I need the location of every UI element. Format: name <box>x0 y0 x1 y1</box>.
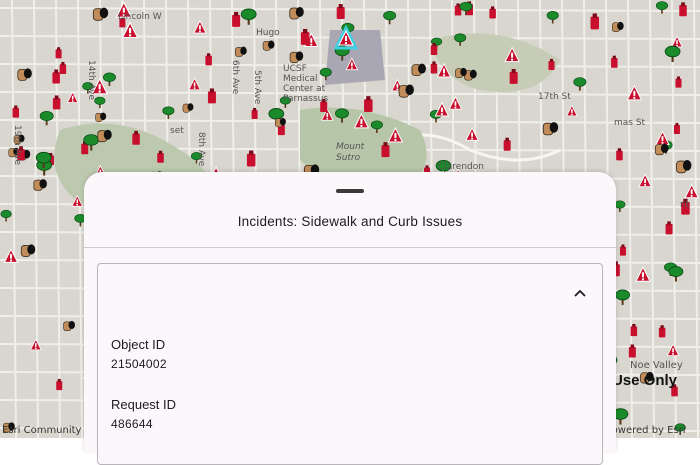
cone-marker[interactable] <box>246 150 256 167</box>
pipe-marker[interactable] <box>411 63 427 77</box>
cone-marker[interactable] <box>679 2 687 17</box>
tree-marker[interactable] <box>668 266 684 282</box>
tree-marker[interactable] <box>162 106 175 119</box>
map-label-5th-ave: 5th Ave <box>252 70 262 105</box>
map-label-ucsf: UCSF Medical Center at Parnassus <box>283 64 329 104</box>
cone-marker[interactable] <box>430 61 438 74</box>
pipe-marker[interactable] <box>398 83 415 98</box>
tree-marker[interactable] <box>614 200 626 213</box>
tree-marker[interactable] <box>0 209 12 222</box>
pipe-marker[interactable] <box>92 7 109 21</box>
map-label-mount: Mount <box>336 142 365 152</box>
sheet-title: Incidents: Sidewalk and Curb Issues <box>237 214 463 229</box>
request-id-value: 486644 <box>111 417 153 431</box>
object-id-value: 21504002 <box>111 357 167 371</box>
cone-marker[interactable] <box>675 76 682 88</box>
warning-marker[interactable] <box>434 102 449 117</box>
warning-marker[interactable] <box>448 96 463 110</box>
pipe-marker[interactable] <box>611 21 625 33</box>
warning-marker[interactable] <box>635 266 651 282</box>
cone-marker[interactable] <box>489 6 496 19</box>
map-label-mas-st: mas St <box>614 118 646 128</box>
pipe-marker[interactable] <box>289 6 305 20</box>
cone-marker[interactable] <box>56 378 63 391</box>
pipe-marker[interactable] <box>182 102 194 113</box>
cone-marker[interactable] <box>665 221 673 235</box>
warning-marker[interactable] <box>3 248 19 263</box>
street <box>693 0 699 438</box>
drag-handle[interactable] <box>336 189 364 193</box>
tree-marker[interactable] <box>546 11 559 24</box>
tree-marker[interactable] <box>94 96 106 109</box>
map-label-set: set <box>170 126 184 136</box>
map-overlay-text: Use Only <box>612 372 678 389</box>
cone-marker[interactable] <box>300 28 310 45</box>
map-label-clarendon: Clarendon <box>438 162 484 172</box>
pipe-marker[interactable] <box>33 178 48 191</box>
warning-marker[interactable] <box>638 173 652 188</box>
map-label-8th-ave: 8th Ave <box>196 132 206 167</box>
pipe-marker[interactable] <box>234 46 248 57</box>
warning-marker[interactable] <box>67 91 79 103</box>
divider <box>84 247 616 248</box>
warning-marker[interactable] <box>655 131 670 146</box>
pipe-marker[interactable] <box>542 121 559 136</box>
pipe-marker[interactable] <box>17 67 33 81</box>
pipe-marker[interactable] <box>676 159 692 174</box>
tree-marker[interactable] <box>102 72 116 86</box>
pipe-marker[interactable] <box>20 243 36 257</box>
cone-marker[interactable] <box>232 11 241 27</box>
map-label-lincoln: Lincoln W <box>118 12 162 22</box>
attributes-card[interactable]: Object ID 21504002 Request ID 486644 <box>97 263 603 465</box>
warning-marker[interactable] <box>566 105 578 117</box>
pipe-marker[interactable] <box>63 320 76 332</box>
warning-marker[interactable] <box>188 77 201 91</box>
map-label-sutro: Sutro <box>336 153 361 163</box>
object-id-label: Object ID <box>111 337 166 352</box>
tree-marker[interactable] <box>39 110 54 126</box>
map-label-hugo: Hugo <box>256 28 280 38</box>
cone-marker[interactable] <box>503 137 511 151</box>
bottom-sheet[interactable]: Incidents: Sidewalk and Curb Issues Obje… <box>84 172 616 465</box>
map-label-noe-valley: Noe Valley <box>630 360 683 371</box>
warning-marker[interactable] <box>465 127 479 141</box>
cone-marker[interactable] <box>673 122 680 135</box>
cone-marker[interactable] <box>251 107 258 120</box>
map-label-6th-ave: 6th Ave <box>230 60 240 95</box>
warning-marker[interactable] <box>193 20 207 34</box>
map-label-17th-st: 17th St <box>538 92 571 102</box>
chevron-up-icon[interactable] <box>572 286 588 302</box>
cone-marker[interactable] <box>52 69 60 84</box>
tree-marker[interactable] <box>664 45 681 63</box>
tree-marker[interactable] <box>655 1 669 14</box>
cone-marker[interactable] <box>658 325 666 338</box>
cone-marker[interactable] <box>336 4 345 20</box>
map-label-19th-ave: 19th Ave <box>12 125 22 166</box>
pipe-marker[interactable] <box>262 40 275 51</box>
map-label-14th-ave: 14th Ave <box>86 60 96 101</box>
cone-marker[interactable] <box>207 88 216 104</box>
cone-marker[interactable] <box>52 95 61 110</box>
pipe-marker[interactable] <box>289 50 304 64</box>
map-label-nt: nt <box>680 200 690 210</box>
cone-marker[interactable] <box>590 13 600 30</box>
tree-marker[interactable] <box>615 289 630 305</box>
cone-marker[interactable] <box>619 244 626 256</box>
attribution-right[interactable]: Powered by Esri <box>606 425 686 436</box>
cone-marker[interactable] <box>611 55 618 68</box>
attribution-left[interactable]: Esri Community <box>2 425 81 436</box>
request-id-label: Request ID <box>111 397 177 412</box>
